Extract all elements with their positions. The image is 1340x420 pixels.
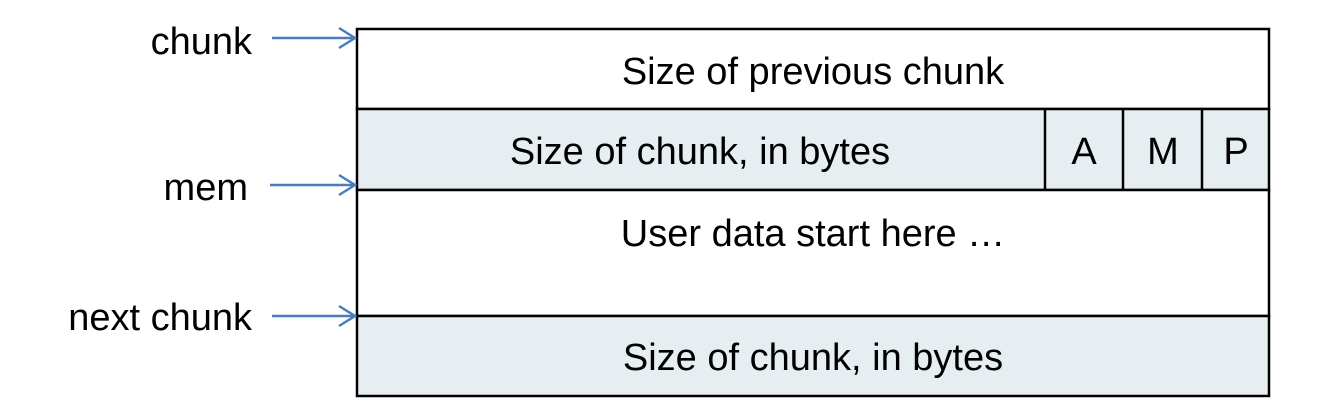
chunk-pointer-label: chunk: [151, 21, 253, 63]
size-label: Size of chunk, in bytes: [510, 131, 890, 173]
flag-a-label: A: [1071, 131, 1097, 173]
next-size-label: Size of chunk, in bytes: [623, 337, 1003, 379]
prev-size-label: Size of previous chunk: [622, 51, 1005, 93]
flag-p-label: P: [1223, 131, 1248, 173]
flag-m-label: M: [1147, 131, 1179, 173]
malloc-chunk-diagram: Size of previous chunk Size of chunk, in…: [68, 21, 1271, 398]
chunk-arrow-icon: [272, 26, 358, 50]
next-chunk-arrow-icon: [272, 304, 358, 328]
user-data-label: User data start here …: [621, 213, 1005, 255]
next-chunk-pointer-label: next chunk: [68, 297, 253, 339]
mem-pointer-label: mem: [164, 167, 248, 209]
mem-arrow-icon: [270, 173, 358, 197]
